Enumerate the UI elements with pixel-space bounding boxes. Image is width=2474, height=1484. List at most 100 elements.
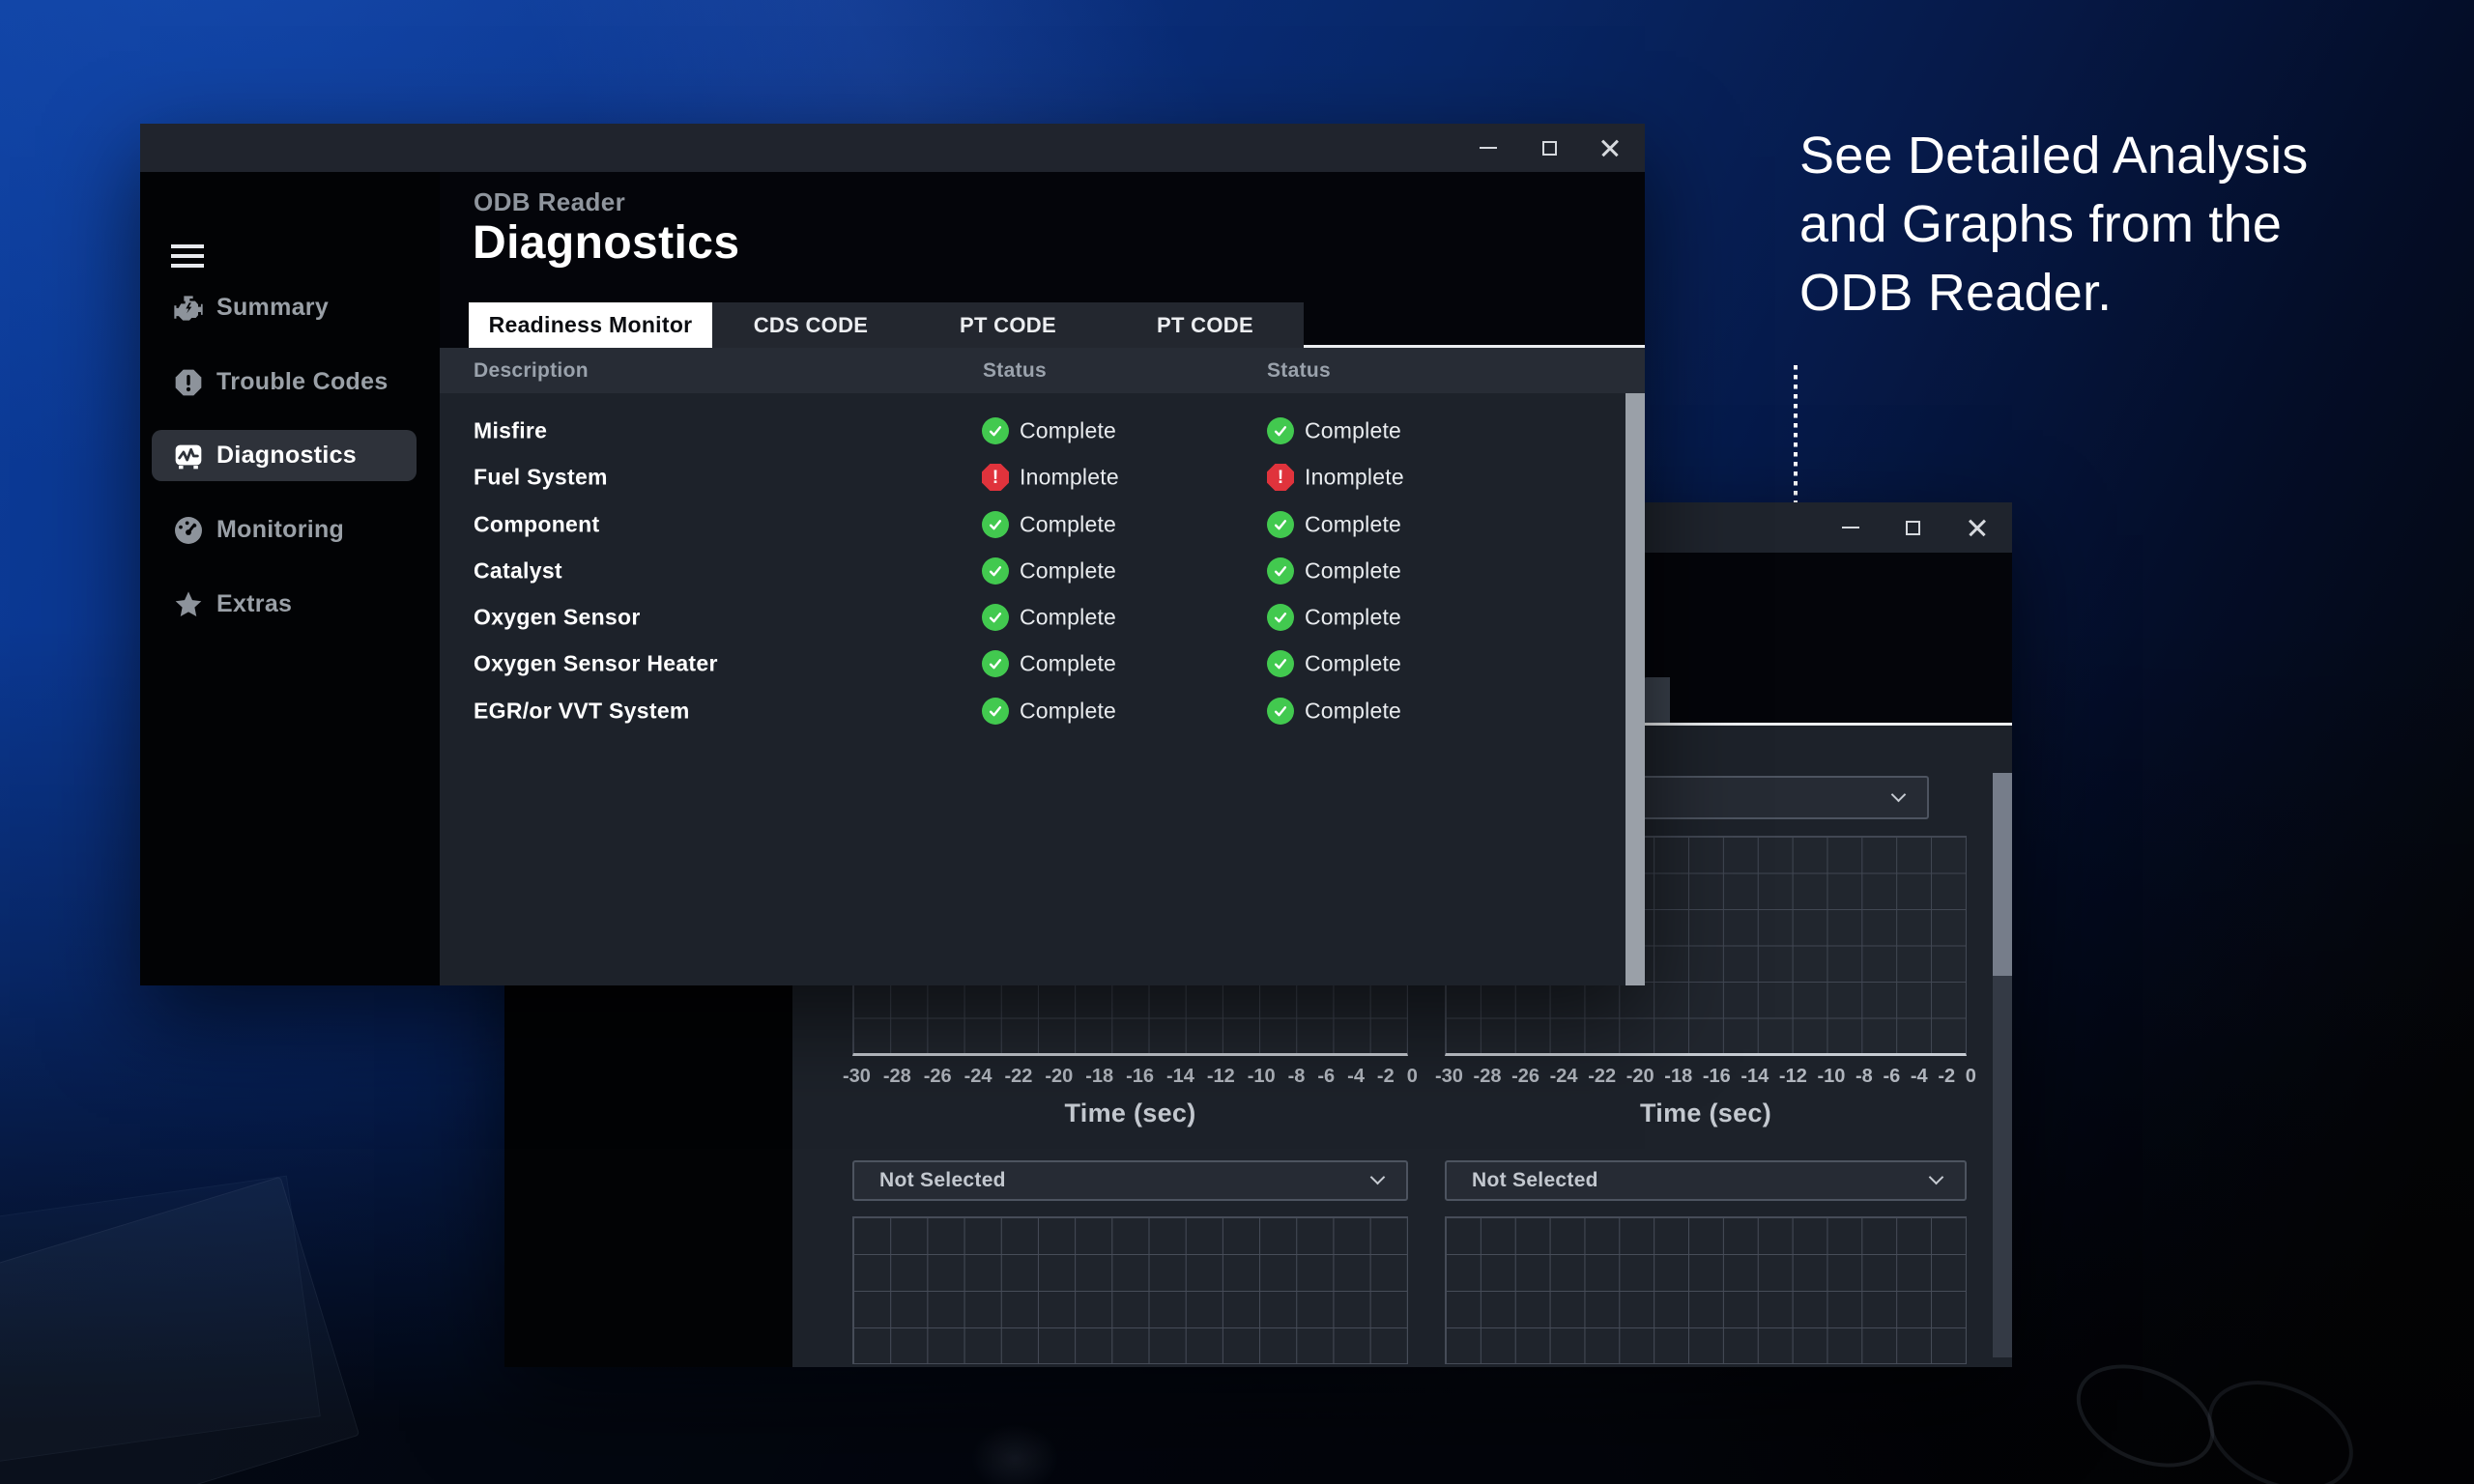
signal-dropdown[interactable]: Not Selected (852, 1160, 1408, 1201)
x-axis-tick: -14 (1166, 1066, 1194, 1088)
row-description: Oxygen Sensor (474, 605, 641, 631)
x-axis-tick: -28 (1474, 1066, 1502, 1088)
exclamation-glyph: ! (1278, 469, 1283, 487)
x-axis-tick: -20 (1045, 1066, 1073, 1088)
sidebar-item-monitoring[interactable]: Monitoring (152, 504, 417, 556)
sidebar: Summary Trouble Codes Diagnostics Monitorin… (140, 172, 440, 985)
status-incomplete-icon: ! (1267, 464, 1294, 491)
status-label: Complete (1305, 512, 1401, 538)
close-button[interactable] (1589, 130, 1631, 165)
sidebar-item-summary[interactable]: Summary (152, 282, 417, 333)
sidebar-item-label: Trouble Codes (216, 368, 388, 396)
sidebar-item-extras[interactable]: Extras (152, 579, 417, 630)
signal-dropdown-value: Not Selected (1472, 1169, 1598, 1192)
status-complete-icon (982, 604, 1009, 631)
graphs-scrollbar-thumb[interactable] (1993, 773, 2012, 976)
x-axis-tick: -18 (1664, 1066, 1692, 1088)
status-label: Complete (1020, 512, 1116, 538)
tab-pt-code-2[interactable]: PT CODE (909, 302, 1107, 348)
tab-readiness-monitor-0[interactable]: Readiness Monitor (469, 302, 712, 348)
status-complete-icon (1267, 698, 1294, 725)
sidebar-item-diagnostics[interactable]: Diagnostics (152, 430, 417, 481)
tab-cds-code-1[interactable]: CDS CODE (712, 302, 909, 348)
x-axis-tick: -4 (1911, 1066, 1928, 1088)
sidebar-item-label: Summary (216, 294, 329, 322)
hidden-dropdown-edge (1643, 677, 1670, 723)
signal-dropdown-value: Not Selected (879, 1169, 1006, 1192)
gauge-icon (173, 515, 204, 546)
status-label: Complete (1305, 558, 1401, 585)
status-label: Complete (1305, 651, 1401, 677)
diagnostics-window: Summary Trouble Codes Diagnostics Monitorin… (140, 124, 1645, 985)
x-axis-tick: -16 (1126, 1066, 1154, 1088)
status-complete-icon (982, 511, 1009, 538)
status-complete-icon (1267, 511, 1294, 538)
table-row: MisfireCompleteComplete (440, 408, 1645, 454)
table-row: ComponentCompleteComplete (440, 501, 1645, 548)
secondary-grid (852, 1216, 1408, 1364)
sidebar-item-trouble-codes[interactable]: Trouble Codes (152, 357, 417, 408)
x-axis-tick: -24 (964, 1066, 992, 1088)
status-complete-icon (982, 557, 1009, 585)
x-axis-tick: -30 (1435, 1066, 1463, 1088)
table-row: Oxygen Sensor Complete Complete (440, 594, 1645, 641)
status-label: Complete (1305, 605, 1401, 631)
minimize-button[interactable] (1829, 510, 1872, 545)
status-label: Complete (1020, 699, 1116, 725)
tab-bar: Readiness MonitorCDS CODEPT CODEPT CODE (469, 302, 1304, 348)
chevron-down-icon (1891, 786, 1907, 802)
diagnostics-window-titlebar[interactable] (140, 124, 1645, 172)
row-description: Misfire (474, 418, 547, 444)
x-axis-tick: -22 (1588, 1066, 1616, 1088)
status-label: Complete (1020, 605, 1116, 631)
status-complete-icon (982, 698, 1009, 725)
row-description: Oxygen Sensor Heater (474, 651, 718, 677)
graphs-scrollbar-track[interactable] (1993, 976, 2012, 1357)
secondary-grid (1445, 1216, 1967, 1364)
status-complete-icon (1267, 417, 1294, 444)
chevron-down-icon (1929, 1170, 1944, 1185)
x-axis-tick: -20 (1626, 1066, 1654, 1088)
status-complete-icon (1267, 650, 1294, 677)
hero-headline: See Detailed Analysisand Graphs from the… (1799, 122, 2309, 328)
row-description: Fuel System (474, 465, 608, 491)
table-row: CatalystCompleteComplete (440, 548, 1645, 594)
table-row: Oxygen Sensor HeaterCompleteComplete (440, 641, 1645, 687)
close-button[interactable] (1956, 510, 1999, 545)
x-axis-tick: -16 (1703, 1066, 1731, 1088)
maximize-button[interactable] (1891, 510, 1934, 545)
sidebar-item-label: Diagnostics (216, 442, 357, 470)
maximize-button[interactable] (1528, 130, 1570, 165)
minimize-button[interactable] (1467, 130, 1510, 165)
status-label: Complete (1020, 558, 1116, 585)
x-axis-tick: -22 (1005, 1066, 1033, 1088)
x-axis-tick: -10 (1817, 1066, 1845, 1088)
page-title: Diagnostics (473, 216, 739, 270)
table-header: Description Status Status (440, 348, 1645, 393)
x-axis-tick: -24 (1550, 1066, 1578, 1088)
status-incomplete-icon: ! (982, 464, 1009, 491)
star-icon (173, 589, 204, 620)
tab-pt-code-3[interactable]: PT CODE (1107, 302, 1304, 348)
chevron-down-icon (1370, 1170, 1386, 1185)
app-label: ODB Reader (474, 187, 625, 217)
status-complete-icon (1267, 604, 1294, 631)
x-axis-tick: -2 (1377, 1066, 1395, 1088)
x-axis-tick: -30 (843, 1066, 871, 1088)
hero-headline-line: and Graphs from the (1799, 190, 2309, 259)
status-complete-icon (982, 417, 1009, 444)
readiness-table: MisfireCompleteCompleteFuel System!Inomp… (440, 393, 1645, 985)
row-description: EGR/or VVT System (474, 699, 690, 725)
alert-circle-icon (173, 367, 204, 398)
table-scrollbar-thumb[interactable] (1625, 393, 1645, 985)
engine-icon (173, 293, 204, 324)
x-axis-tick: -26 (924, 1066, 952, 1088)
table-row: Fuel System!Inomplete!Inomplete (440, 454, 1645, 500)
hero-headline-line: ODB Reader. (1799, 259, 2309, 328)
x-axis-tick: -8 (1856, 1066, 1873, 1088)
signal-dropdown[interactable]: Not Selected (1445, 1160, 1967, 1201)
status-label: Inomplete (1305, 465, 1404, 491)
x-axis-tick: 0 (1966, 1066, 1976, 1088)
column-header-status-2: Status (1267, 359, 1331, 383)
hamburger-menu-icon[interactable] (171, 244, 204, 268)
